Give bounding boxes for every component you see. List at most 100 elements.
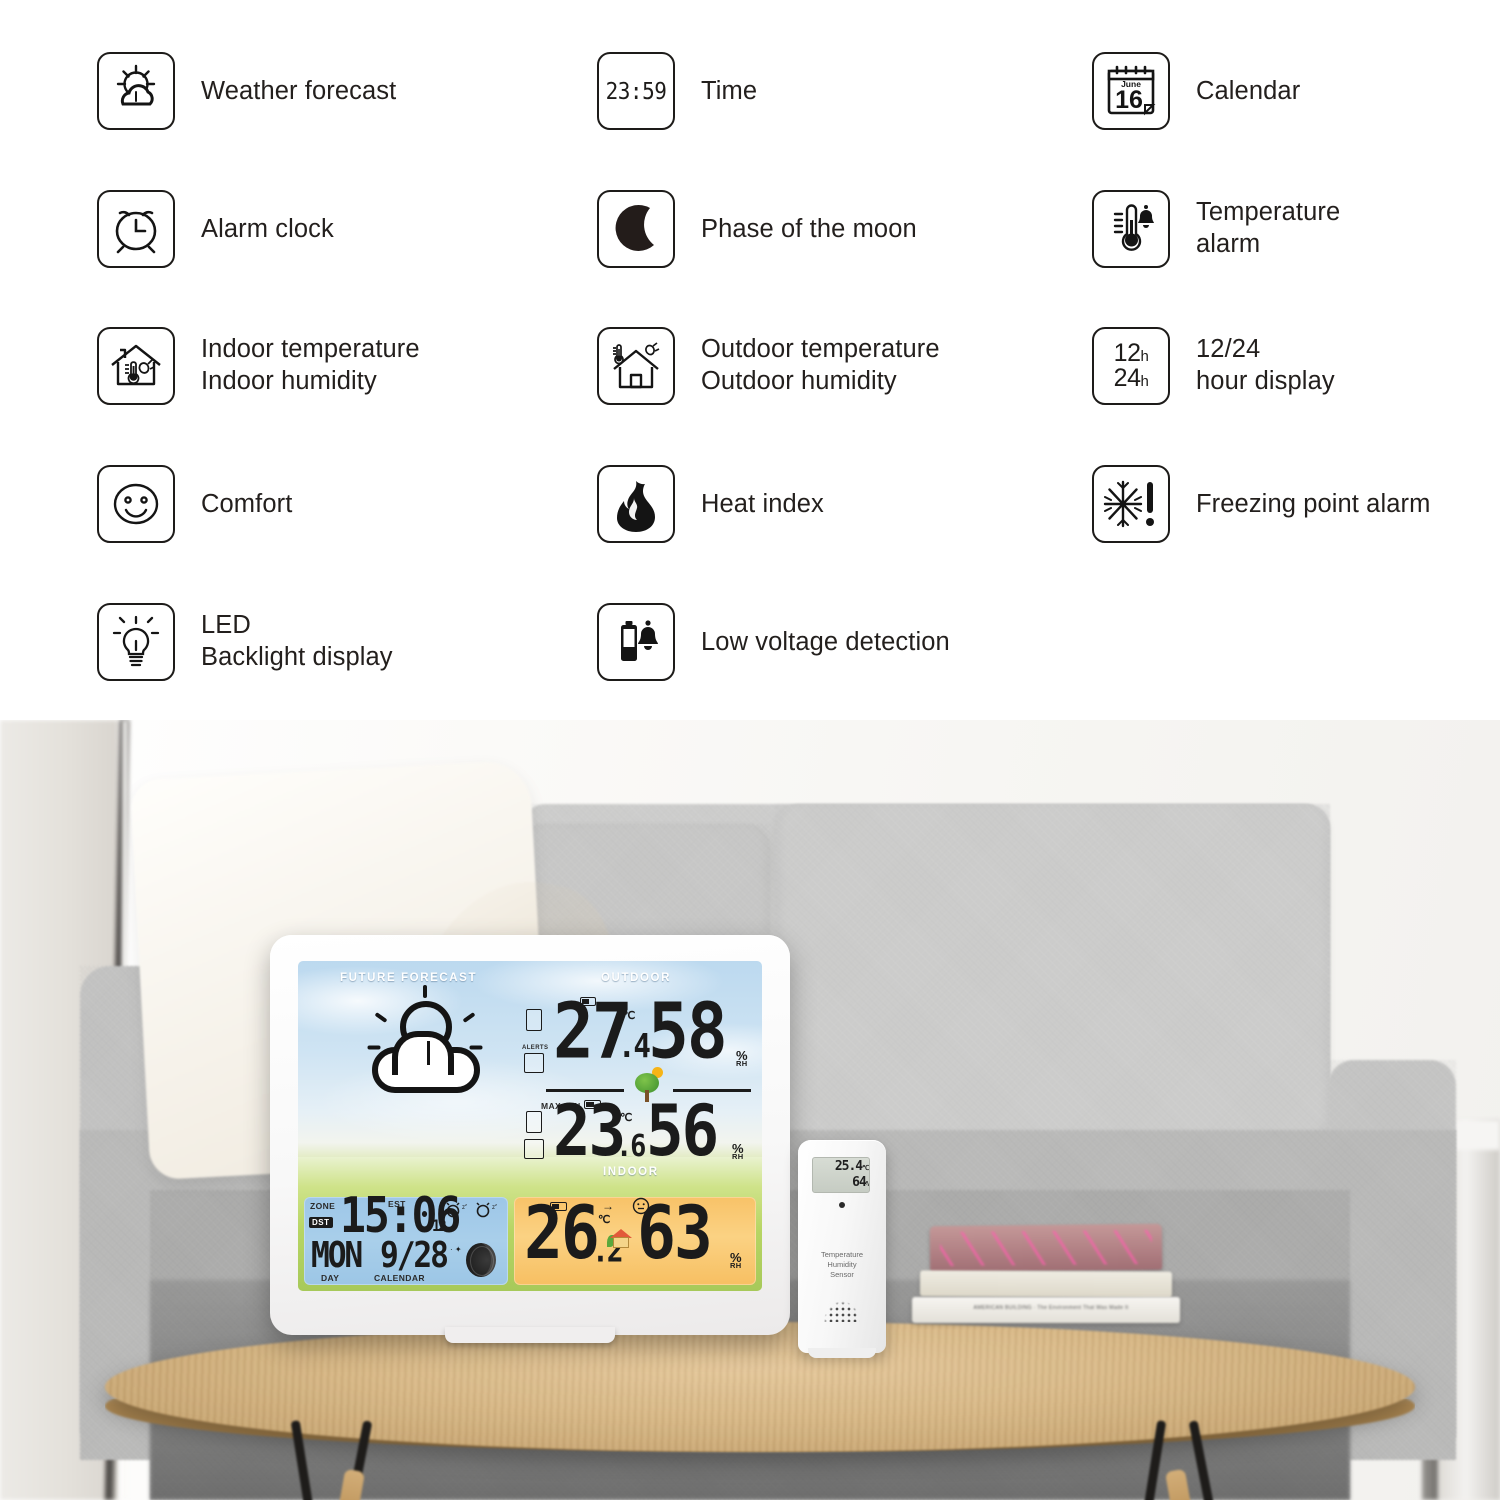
book-bottom-title: AMERICAN BUILDING · The Environment That… <box>973 1305 1129 1311</box>
feature-comfort: Comfort <box>97 465 292 543</box>
hour-12-unit: h <box>1140 348 1149 365</box>
weather-station-lcd: FUTURE FORECAST OUTDOOR INDOOR PRESSURE … <box>298 961 762 1291</box>
future-forecast-label: FUTURE FORECAST <box>340 972 478 984</box>
feature-label: Low voltage detection <box>701 627 950 656</box>
feature-led-backlight: LED Backlight display <box>97 603 393 681</box>
feature-heat-index: Heat index <box>597 465 824 543</box>
outdoor-label: OUTDOOR <box>601 972 671 984</box>
clock-format-value: 12 <box>432 1217 447 1236</box>
dst-badge: DST <box>309 1217 333 1228</box>
sofa-cushion-right <box>775 804 1330 1149</box>
alarm-1-icon: z z <box>446 1202 468 1223</box>
product-photo-scene: FUTURE FORECAST OUTDOOR INDOOR PRESSURE … <box>0 720 1500 1500</box>
alarm-2-icon: z z <box>476 1202 498 1223</box>
flame-icon <box>597 465 675 543</box>
star-dots: · ✦ <box>450 1245 462 1254</box>
digital-time-value: 23:59 <box>605 77 667 105</box>
feature-label: Outdoor temperature Outdoor humidity <box>701 335 940 395</box>
sun-cloud-icon <box>97 52 175 130</box>
indoor-trend-arrow-icon: → <box>602 1199 614 1213</box>
feature-label: Time <box>701 76 758 105</box>
feature-alarm-clock: Alarm clock <box>97 190 334 268</box>
thermometer-bell-icon <box>1092 190 1170 268</box>
time-panel: ZONE EST DST 15:06 12 z z z z MON DAY 9/… <box>304 1191 508 1285</box>
digital-time-icon: 23:59 <box>597 52 675 130</box>
light-bulb-icon <box>97 603 175 681</box>
maxmin-sensor-signal-icon <box>526 1111 542 1133</box>
indoor-panel: → 26 .2 ℃ 63 % RH <box>514 1197 756 1285</box>
outdoor-battery-icon <box>580 997 596 1006</box>
temperature-humidity-sensor: 25.4℃ 64% Temperature Humidity Sensor <box>798 1140 886 1358</box>
station-stand <box>445 1327 615 1343</box>
outdoor-temperature-decimal: .4 <box>618 1027 651 1066</box>
indoor-temp-unit: ℃ <box>598 1214 611 1226</box>
zone-label: ZONE <box>310 1201 336 1211</box>
maxmin-humidity-rh: RH <box>732 1152 744 1162</box>
sensor-speaker-grille <box>816 1288 868 1322</box>
feature-label: Temperature alarm <box>1196 198 1341 258</box>
sensor-stand <box>808 1348 876 1358</box>
forecast-sun-cloud-icon <box>360 985 510 1107</box>
feature-list: Weather forecast 23:59 Time June 16 Cale… <box>0 0 1500 720</box>
feature-hour-display: 12h 24h 12/24 hour display <box>1092 327 1335 405</box>
svg-text:z: z <box>465 1202 467 1207</box>
feature-low-voltage: Low voltage detection <box>597 603 950 681</box>
sensor-label: Temperature Humidity Sensor <box>820 1250 864 1280</box>
feature-weather-forecast: Weather forecast <box>97 52 396 130</box>
outdoor-sensor-signal-icon <box>526 1009 542 1031</box>
feature-label: Heat index <box>701 489 824 518</box>
feature-calendar: June 16 Calendar <box>1092 52 1300 130</box>
feature-indoor-temp-humidity: Indoor temperature Indoor humidity <box>97 327 420 405</box>
svg-text:16: 16 <box>1115 86 1143 114</box>
feature-outdoor-temp-humidity: Outdoor temperature Outdoor humidity <box>597 327 940 405</box>
feature-time: 23:59 Time <box>597 52 757 130</box>
indoor-humidity-rh: RH <box>730 1261 742 1271</box>
day-value: MON <box>311 1234 363 1276</box>
smiley-face-icon <box>97 465 175 543</box>
indoor-humidity-value: 63 <box>637 1191 713 1277</box>
feature-label: Phase of the moon <box>701 214 917 243</box>
indoor-house-icon <box>607 1229 632 1249</box>
12-24-hour-icon: 12h 24h <box>1092 327 1170 405</box>
maxmin-temperature-value: 23 <box>553 1089 626 1173</box>
hour-24-unit: h <box>1140 373 1149 390</box>
alarm-clock-icon <box>97 190 175 268</box>
book-top <box>929 1223 1163 1273</box>
calendar-value: 9/28 <box>380 1234 449 1276</box>
feature-label: Alarm clock <box>201 214 334 243</box>
feature-temperature-alarm: Temperature alarm <box>1092 190 1340 268</box>
maxmin-alerts-icon <box>524 1139 544 1159</box>
sensor-temp-value: 25.4 <box>834 1159 863 1174</box>
feature-moon-phase: Phase of the moon <box>597 190 917 268</box>
feature-label: Weather forecast <box>201 76 397 105</box>
outdoor-humidity-value: 58 <box>648 986 728 1076</box>
maxmin-humidity-value: 56 <box>646 1089 719 1173</box>
maxmin-temp-unit: ℃ <box>620 1112 633 1124</box>
crescent-moon-icon <box>597 190 675 268</box>
feature-label: Calendar <box>1196 76 1301 105</box>
house-thermometer-icon <box>97 327 175 405</box>
feature-label: 12/24 hour display <box>1196 335 1335 395</box>
indoor-temperature-value: 26 <box>524 1191 600 1277</box>
day-label: DAY <box>321 1273 340 1283</box>
sensor-temp-unit: ℃ <box>862 1164 869 1172</box>
snowflake-alert-icon <box>1092 465 1170 543</box>
feature-label: LED Backlight display <box>201 611 393 671</box>
book-middle <box>919 1270 1173 1298</box>
calendar-label: CALENDAR <box>374 1273 425 1283</box>
book-bottom: AMERICAN BUILDING · The Environment That… <box>912 1297 1180 1323</box>
sensor-hum-value: 64 <box>852 1175 867 1190</box>
sensor-led-indicator <box>839 1202 845 1208</box>
maxmin-temperature-decimal: .6 <box>616 1127 646 1164</box>
house-antenna-icon <box>597 327 675 405</box>
outdoor-temp-unit: ℃ <box>623 1010 636 1022</box>
calendar-icon: June 16 <box>1092 52 1170 130</box>
outdoor-alerts-icon <box>524 1053 544 1073</box>
feature-freezing-alarm: Freezing point alarm <box>1092 465 1430 543</box>
alerts-label: ALERTS <box>522 1045 549 1051</box>
feature-label: Comfort <box>201 489 293 518</box>
battery-bell-icon <box>597 603 675 681</box>
sensor-lcd: 25.4℃ 64% <box>812 1157 870 1193</box>
outdoor-humidity-rh: RH <box>736 1059 748 1069</box>
hour-12-value: 12 <box>1113 339 1141 367</box>
